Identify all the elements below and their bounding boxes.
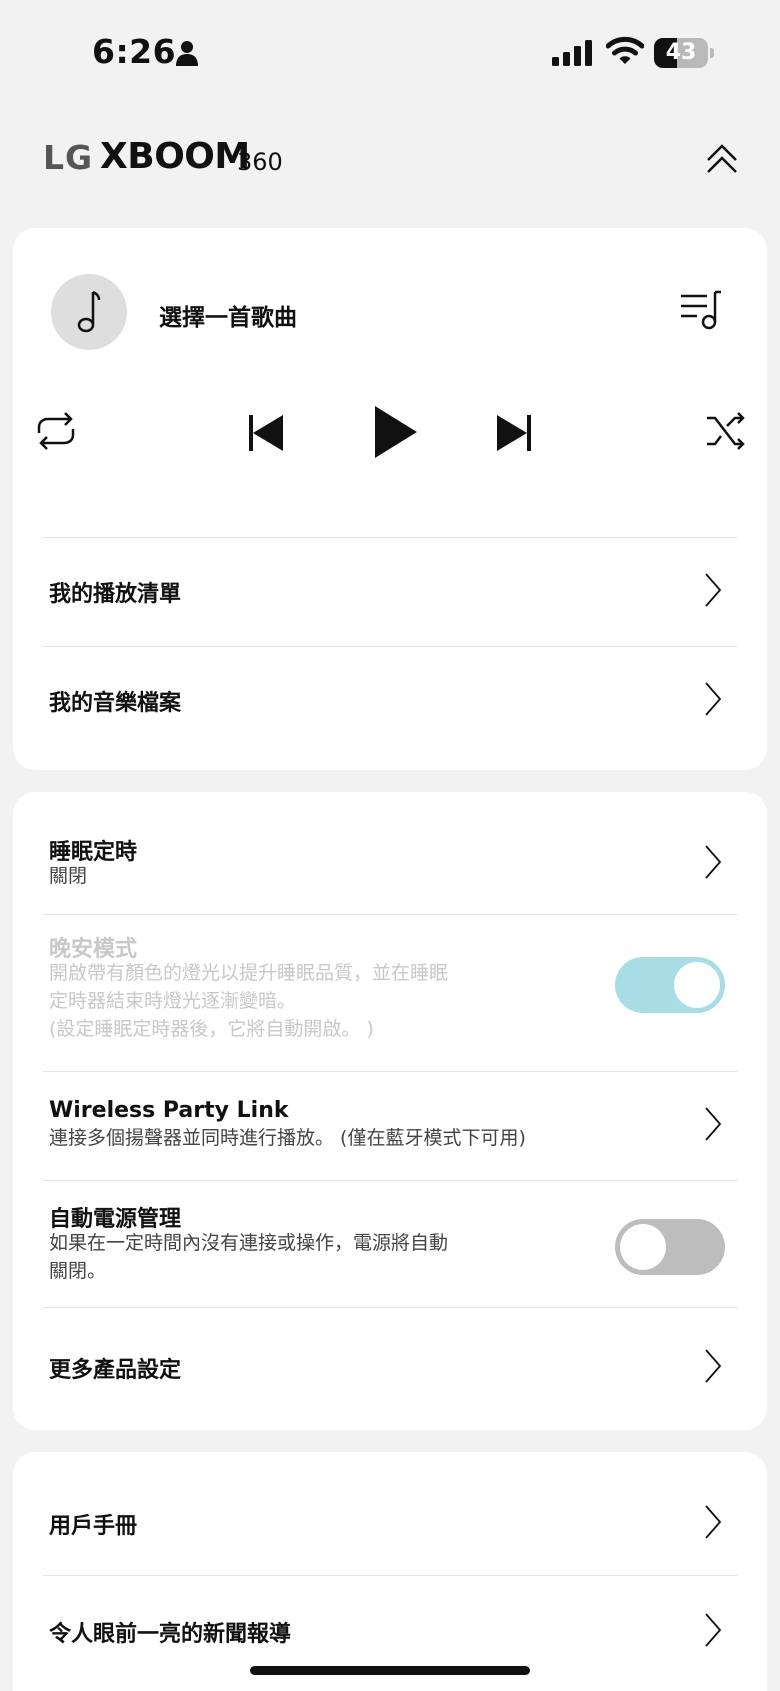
chevron-right-icon [705,573,722,607]
goodnight-mode-desc-line: 定時器結束時燈光逐漸變暗。 [49,990,297,1012]
app-screen: 6:26 43 LG XBOOM 360 選擇一首歌曲 我的播放清單 我的音樂檔… [0,0,780,1691]
status-bar: 6:26 43 [0,0,780,100]
play-icon[interactable] [371,404,419,460]
auto-power-row: 自動電源管理 如果在一定時間內沒有連接或操作，電源將自動 關閉。 [13,1181,767,1307]
goodnight-mode-toggle[interactable] [615,957,725,1013]
toggle-knob [674,962,720,1008]
chevron-right-icon [705,1613,722,1647]
wireless-party-link-desc: 連接多個揚聲器並同時進行播放。 (僅在藍牙模式下可用) [49,1127,526,1149]
music-note-icon [77,290,101,333]
double-chevron-up-icon[interactable] [703,140,741,176]
chevron-right-icon [705,682,722,716]
sleep-timer-row[interactable]: 睡眠定時 關閉 [13,792,767,914]
goodnight-mode-row: 晚安模式 開啟帶有顏色的燈光以提升睡眠品質，並在睡眠 定時器結束時燈光逐漸變暗。… [13,915,767,1071]
more-settings-title: 更多產品設定 [49,1358,182,1383]
links-card: 用戶手冊 令人眼前一亮的新聞報導 [13,1452,767,1691]
auto-power-desc-line: 如果在一定時間內沒有連接或操作，電源將自動 [49,1232,449,1254]
toggle-knob [620,1224,666,1270]
auto-power-desc-line: 關閉。 [49,1260,107,1282]
battery-level: 43 [665,40,697,65]
brand-name: XBOOM [100,136,250,177]
brand-model: 360 [237,148,283,176]
battery-icon: 43 [654,38,714,68]
wifi-icon [606,36,644,64]
user-manual-row[interactable]: 用戶手冊 [13,1452,767,1574]
person-icon [176,41,198,66]
skip-next-icon[interactable] [495,413,533,453]
status-time: 6:26 [92,32,177,71]
chevron-right-icon [705,845,722,879]
my-playlist-label: 我的播放清單 [49,582,182,607]
goodnight-mode-desc-line: 開啟帶有顏色的燈光以提升睡眠品質，並在睡眠 [49,962,449,984]
goodnight-mode-desc-line: (設定睡眠定時器後，它將自動開啟。 ) [49,1018,374,1040]
user-manual-label: 用戶手冊 [49,1514,138,1539]
more-settings-row[interactable]: 更多產品設定 [13,1308,767,1428]
news-label: 令人眼前一亮的新聞報導 [49,1622,292,1647]
signal-icon [552,40,592,66]
app-header: LG XBOOM 360 [0,120,780,200]
settings-card: 睡眠定時 關閉 晚安模式 開啟帶有顏色的燈光以提升睡眠品質，並在睡眠 定時器結束… [13,792,767,1430]
chevron-right-icon [705,1505,722,1539]
song-title[interactable]: 選擇一首歌曲 [159,298,297,332]
player-card: 選擇一首歌曲 我的播放清單 我的音樂檔案 [13,228,767,770]
my-music-files-row[interactable]: 我的音樂檔案 [13,647,767,757]
wireless-party-link-title: Wireless Party Link [49,1098,289,1123]
brand-lg-logo: LG [43,138,94,177]
skip-previous-icon[interactable] [247,413,285,453]
sleep-timer-value: 關閉 [49,865,88,887]
chevron-right-icon [705,1349,722,1383]
chevron-right-icon [705,1107,722,1141]
home-indicator[interactable] [250,1666,530,1675]
playlist-queue-icon[interactable] [679,290,723,330]
album-art[interactable] [51,274,127,350]
repeat-icon[interactable] [33,411,79,451]
auto-power-toggle[interactable] [615,1219,725,1275]
shuffle-icon[interactable] [705,410,747,452]
my-playlist-row[interactable]: 我的播放清單 [13,538,767,646]
wireless-party-link-row[interactable]: Wireless Party Link 連接多個揚聲器並同時進行播放。 (僅在藍… [13,1072,767,1180]
my-music-files-label: 我的音樂檔案 [49,691,182,716]
